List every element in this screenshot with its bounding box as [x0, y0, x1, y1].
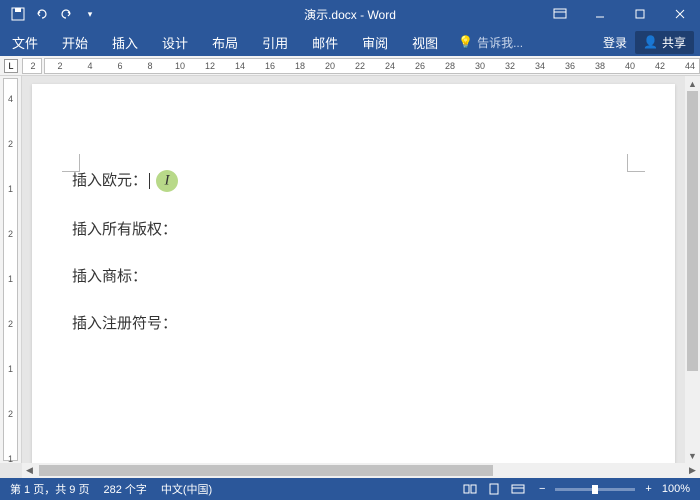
tab-layout[interactable]: 布局 — [200, 28, 250, 56]
vertical-ruler[interactable]: 421212121 — [0, 76, 22, 463]
page-count[interactable]: 第 1 页，共 9 页 — [10, 481, 89, 497]
margin-corner — [627, 154, 645, 172]
tab-design[interactable]: 设计 — [150, 28, 200, 56]
status-bar: 第 1 页，共 9 页 282 个字 中文(中国) − + 100% — [0, 478, 700, 500]
person-icon: 👤 — [643, 35, 658, 49]
tell-me-search[interactable]: 💡 告诉我... — [450, 28, 531, 56]
horizontal-ruler[interactable]: L 2 246810121416182022242628303234363840… — [0, 56, 700, 76]
zoom-slider[interactable] — [555, 488, 635, 491]
cursor-highlight-icon — [156, 170, 178, 192]
horizontal-scrollbar[interactable]: ◀ ▶ — [22, 463, 700, 478]
tab-home[interactable]: 开始 — [50, 28, 100, 56]
tab-mailings[interactable]: 邮件 — [300, 28, 350, 56]
tab-view[interactable]: 视图 — [400, 28, 450, 56]
lightbulb-icon: 💡 — [458, 35, 473, 49]
page: 插入欧元： 插入所有版权： 插入商标： 插入注册符号： — [32, 84, 675, 463]
document-area[interactable]: 插入欧元： 插入所有版权： 插入商标： 插入注册符号： — [22, 76, 685, 463]
doc-line[interactable]: 插入注册符号： — [72, 312, 635, 333]
tab-selector-icon[interactable]: L — [4, 59, 18, 73]
margin-corner — [62, 154, 80, 172]
redo-icon[interactable] — [58, 6, 74, 22]
read-mode-icon[interactable] — [459, 481, 481, 497]
zoom-in-icon[interactable]: + — [645, 483, 651, 495]
login-link[interactable]: 登录 — [603, 34, 627, 51]
language[interactable]: 中文(中国) — [161, 481, 212, 497]
doc-line[interactable]: 插入欧元： — [72, 169, 635, 192]
text-cursor — [149, 173, 150, 189]
tab-references[interactable]: 引用 — [250, 28, 300, 56]
ribbon-display-icon[interactable] — [540, 0, 580, 28]
undo-icon[interactable] — [34, 6, 50, 22]
save-icon[interactable] — [10, 6, 26, 22]
zoom-out-icon[interactable]: − — [539, 483, 545, 495]
tab-review[interactable]: 审阅 — [350, 28, 400, 56]
vertical-scrollbar[interactable]: ▲ ▼ — [685, 76, 700, 463]
word-count[interactable]: 282 个字 — [103, 481, 146, 497]
qat-customize-icon[interactable]: ▾ — [82, 6, 98, 22]
scroll-up-icon[interactable]: ▲ — [685, 76, 700, 91]
scroll-right-icon[interactable]: ▶ — [685, 463, 700, 478]
tab-insert[interactable]: 插入 — [100, 28, 150, 56]
window-title: 演示.docx - Word — [304, 6, 396, 23]
scroll-thumb[interactable] — [687, 91, 698, 371]
web-layout-icon[interactable] — [507, 481, 529, 497]
scroll-thumb[interactable] — [39, 465, 493, 476]
share-button[interactable]: 👤 共享 — [635, 31, 694, 54]
doc-line[interactable]: 插入商标： — [72, 265, 635, 286]
doc-line[interactable]: 插入所有版权： — [72, 218, 635, 239]
zoom-level[interactable]: 100% — [662, 483, 690, 495]
tab-file[interactable]: 文件 — [0, 28, 50, 56]
scroll-down-icon[interactable]: ▼ — [685, 448, 700, 463]
scroll-left-icon[interactable]: ◀ — [22, 463, 37, 478]
close-icon[interactable] — [660, 0, 700, 28]
minimize-icon[interactable] — [580, 0, 620, 28]
maximize-icon[interactable] — [620, 0, 660, 28]
print-layout-icon[interactable] — [483, 481, 505, 497]
ribbon-tabs: 文件 开始 插入 设计 布局 引用 邮件 审阅 视图 💡 告诉我... 登录 👤… — [0, 28, 700, 56]
